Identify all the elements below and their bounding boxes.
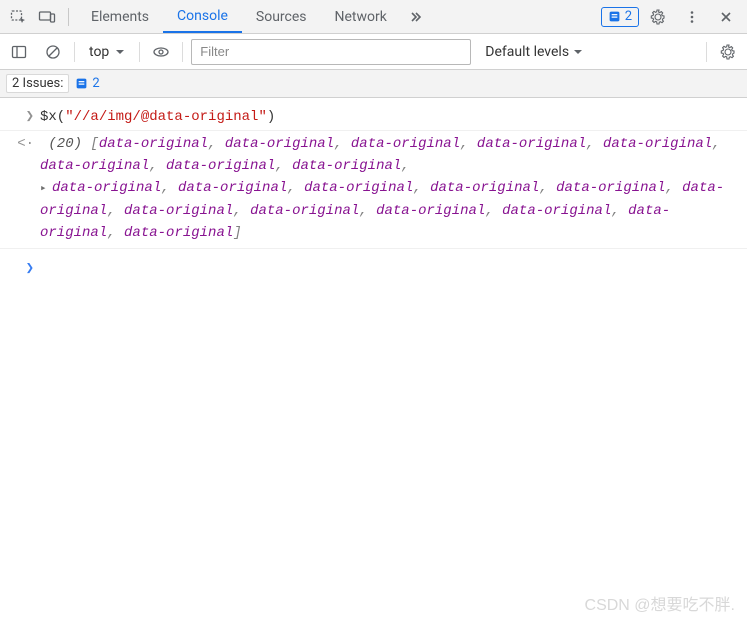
divider [74, 42, 75, 62]
console-prompt-input[interactable] [40, 260, 739, 276]
log-levels-selector[interactable]: Default levels [479, 42, 589, 62]
device-toolbar-icon[interactable] [34, 4, 60, 30]
divider [139, 42, 140, 62]
inspect-element-icon[interactable] [6, 4, 32, 30]
console-output-row: <· (20) [data-original, data-original, d… [0, 131, 747, 246]
array-item[interactable]: data-original [430, 180, 539, 196]
more-icon[interactable] [679, 4, 705, 30]
divider [68, 8, 69, 26]
issues-link[interactable]: 2 [75, 76, 99, 91]
console-input-expression[interactable]: $x("//a/img/@data-original") [40, 106, 739, 128]
context-selector[interactable]: top [83, 42, 131, 62]
devtools-tabbar: Elements Console Sources Network 2 [0, 0, 747, 34]
issue-icon [608, 10, 621, 23]
tabbar-right: 2 [601, 4, 741, 30]
issue-icon [75, 77, 88, 90]
array-item[interactable]: data-original [124, 225, 233, 241]
array-item[interactable]: data-original [178, 180, 287, 196]
chevron-down-icon [573, 47, 583, 57]
context-label: top [89, 44, 109, 60]
issues-counter-value: 2 [625, 9, 632, 24]
divider [706, 42, 707, 62]
array-item[interactable]: data-original [40, 158, 149, 174]
tab-network[interactable]: Network [321, 0, 401, 33]
output-marker: <· [6, 133, 40, 155]
live-expression-icon[interactable] [148, 39, 174, 65]
tab-sources[interactable]: Sources [242, 0, 321, 33]
clear-console-icon[interactable] [40, 39, 66, 65]
issues-label: 2 Issues: [6, 74, 69, 93]
console-toolbar: top Default levels [0, 34, 747, 70]
array-item[interactable]: data-original [250, 203, 359, 219]
array-item[interactable]: data-original [166, 158, 275, 174]
divider [182, 42, 183, 62]
array-item[interactable]: data-original [99, 136, 208, 152]
sidebar-toggle-icon[interactable] [6, 39, 32, 65]
console-settings-icon[interactable] [715, 39, 741, 65]
array-item[interactable]: data-original [502, 203, 611, 219]
console-output[interactable]: (20) [data-original, data-original, data… [40, 133, 739, 244]
array-item[interactable]: data-original [556, 180, 665, 196]
array-item[interactable]: data-original [477, 136, 586, 152]
tab-elements[interactable]: Elements [77, 0, 163, 33]
panel-tabs: Elements Console Sources Network [77, 0, 431, 33]
array-item[interactable]: data-original [292, 158, 401, 174]
array-item[interactable]: data-original [603, 136, 712, 152]
input-marker: ❯ [6, 106, 40, 128]
expand-arrow-icon[interactable]: ▸ [40, 178, 50, 200]
prompt-caret: ❯ [6, 257, 40, 279]
array-item[interactable]: data-original [304, 180, 413, 196]
array-item[interactable]: data-original [52, 180, 161, 196]
tab-overflow[interactable] [401, 0, 431, 33]
array-item[interactable]: data-original [376, 203, 485, 219]
issues-counter[interactable]: 2 [601, 7, 639, 27]
console-prompt-row: ❯ [0, 248, 747, 281]
settings-icon[interactable] [645, 4, 671, 30]
close-icon[interactable] [713, 4, 739, 30]
chevron-down-icon [115, 47, 125, 57]
tab-console[interactable]: Console [163, 0, 242, 33]
filter-input[interactable] [191, 39, 471, 65]
issues-link-count: 2 [92, 76, 99, 91]
log-levels-label: Default levels [485, 44, 569, 60]
array-item[interactable]: data-original [351, 136, 460, 152]
array-item[interactable]: data-original [225, 136, 334, 152]
issues-bar: 2 Issues: 2 [0, 70, 747, 98]
console-input-row: ❯ $x("//a/img/@data-original") [0, 104, 747, 131]
array-item[interactable]: data-original [124, 203, 233, 219]
chevron-double-right-icon [409, 10, 423, 24]
console-log-area: ❯ $x("//a/img/@data-original") <· (20) [… [0, 98, 747, 281]
watermark: CSDN @想要吃不胖. [585, 591, 735, 615]
